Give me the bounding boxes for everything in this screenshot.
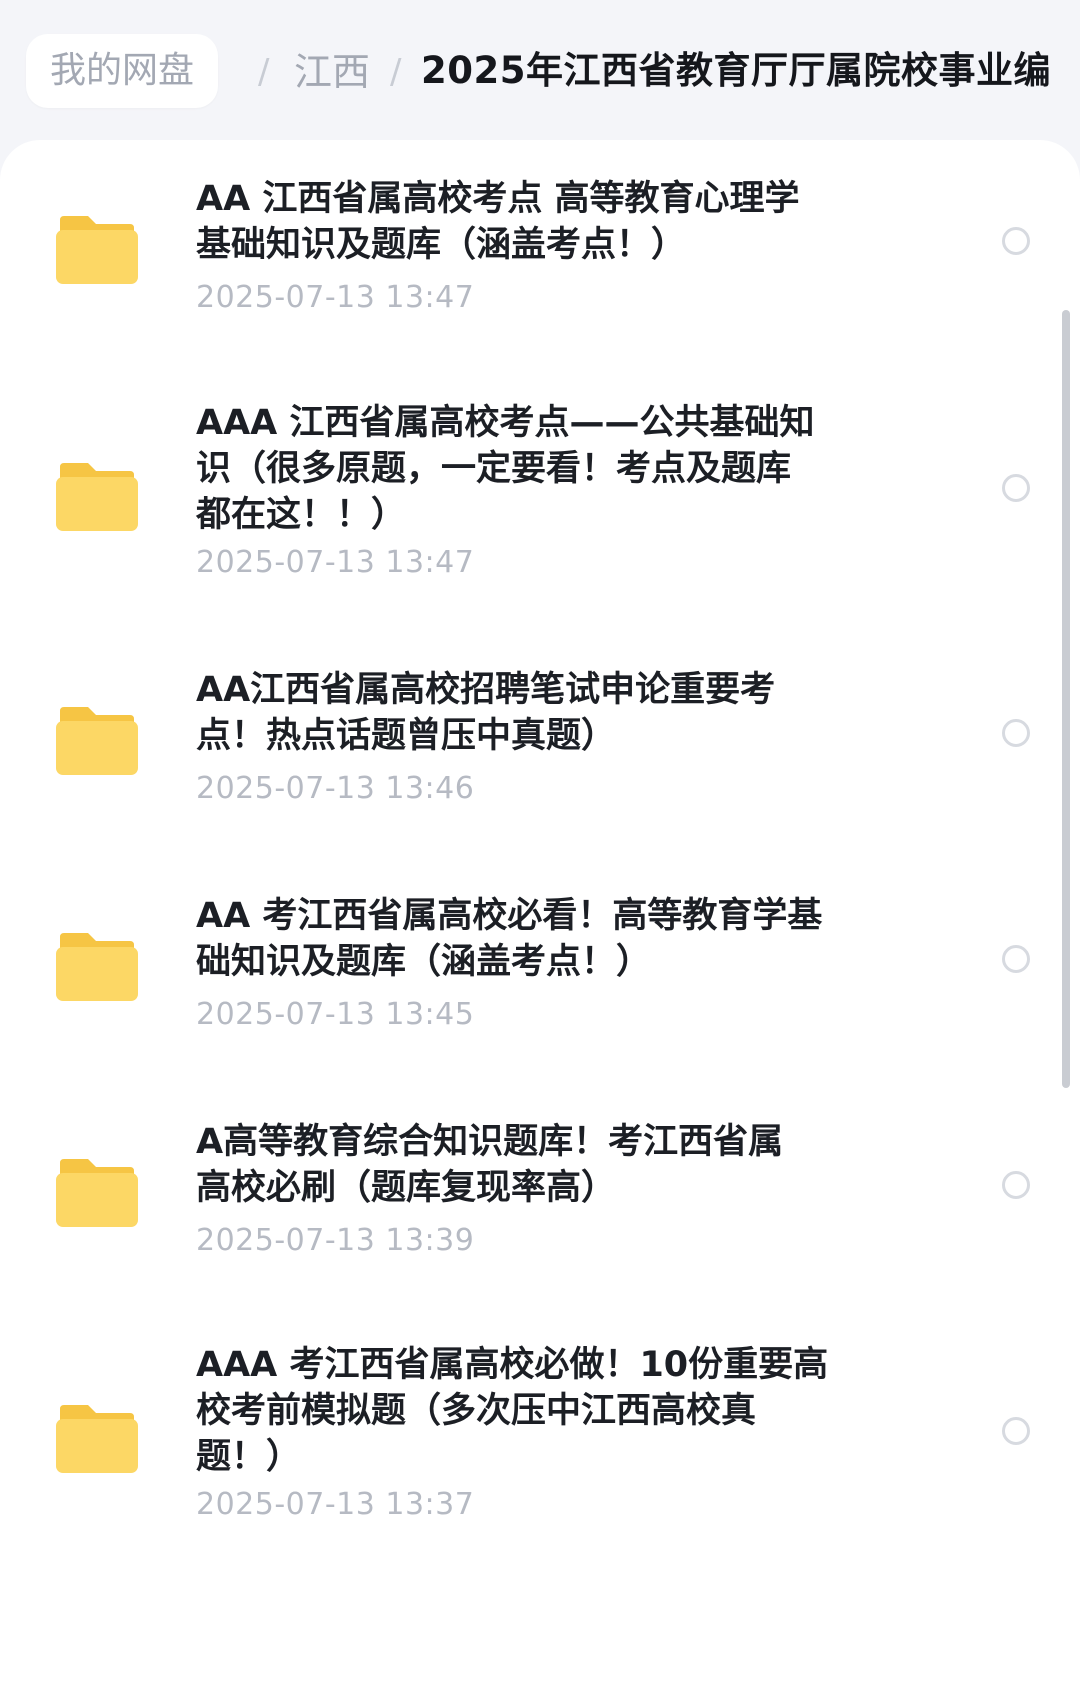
file-name: AA江西省属高校招聘笔试申论重要考 点！热点话题曾压中真题） xyxy=(196,670,776,756)
file-name: AA 考江西省属高校必看！高等教育学基 础知识及题库（涵盖考点！） xyxy=(196,896,823,982)
file-modified-date: 2025-07-13 13:47 xyxy=(196,280,475,315)
file-name: A高等教育综合知识题库！考江西省属 高校必刷（题库复现率高） xyxy=(196,1122,784,1208)
folder-icon xyxy=(56,1405,138,1473)
scrollbar[interactable] xyxy=(1062,310,1070,1088)
breadcrumb-current-folder: 2025年江西省教育厅厅属院校事业编 xyxy=(421,49,1051,92)
file-modified-date: 2025-07-13 13:39 xyxy=(196,1223,475,1258)
breadcrumb: 我的网盘 / 江西 / 2025年江西省教育厅厅属院校事业编 xyxy=(0,0,1080,140)
folder-icon xyxy=(56,216,138,284)
folder-icon xyxy=(56,1159,138,1227)
file-name: AAA 考江西省属高校必做！10份重要高 校考前模拟题（多次压中江西高校真 题！… xyxy=(196,1345,829,1477)
folder-icon xyxy=(56,933,138,1001)
select-radio-button[interactable] xyxy=(1002,945,1030,973)
select-radio-button[interactable] xyxy=(1002,719,1030,747)
file-modified-date: 2025-07-13 13:46 xyxy=(196,771,475,806)
scrollbar-thumb[interactable] xyxy=(1062,310,1070,1088)
breadcrumb-separator: / xyxy=(258,52,270,92)
folder-icon xyxy=(56,707,138,775)
breadcrumb-separator: / xyxy=(390,52,402,92)
select-radio-button[interactable] xyxy=(1002,1417,1030,1445)
folder-icon xyxy=(56,463,138,531)
file-modified-date: 2025-07-13 13:45 xyxy=(196,997,475,1032)
select-radio-button[interactable] xyxy=(1002,1171,1030,1199)
breadcrumb-root-my-drive[interactable]: 我的网盘 xyxy=(26,34,219,108)
file-name: AA 江西省属高校考点 高等教育心理学 基础知识及题库（涵盖考点！） xyxy=(196,179,800,265)
file-modified-date: 2025-07-13 13:47 xyxy=(196,545,475,580)
select-radio-button[interactable] xyxy=(1002,227,1030,255)
file-modified-date: 2025-07-13 13:37 xyxy=(196,1487,475,1522)
breadcrumb-item-jiangxi[interactable]: 江西 xyxy=(294,48,370,96)
select-radio-button[interactable] xyxy=(1002,474,1030,502)
file-list: AA 江西省属高校考点 高等教育心理学 基础知识及题库（涵盖考点！） 2025-… xyxy=(0,140,1080,1700)
file-name: AAA 江西省属高校考点——公共基础知 识（很多原题，一定要看！考点及题库 都在… xyxy=(196,403,815,535)
